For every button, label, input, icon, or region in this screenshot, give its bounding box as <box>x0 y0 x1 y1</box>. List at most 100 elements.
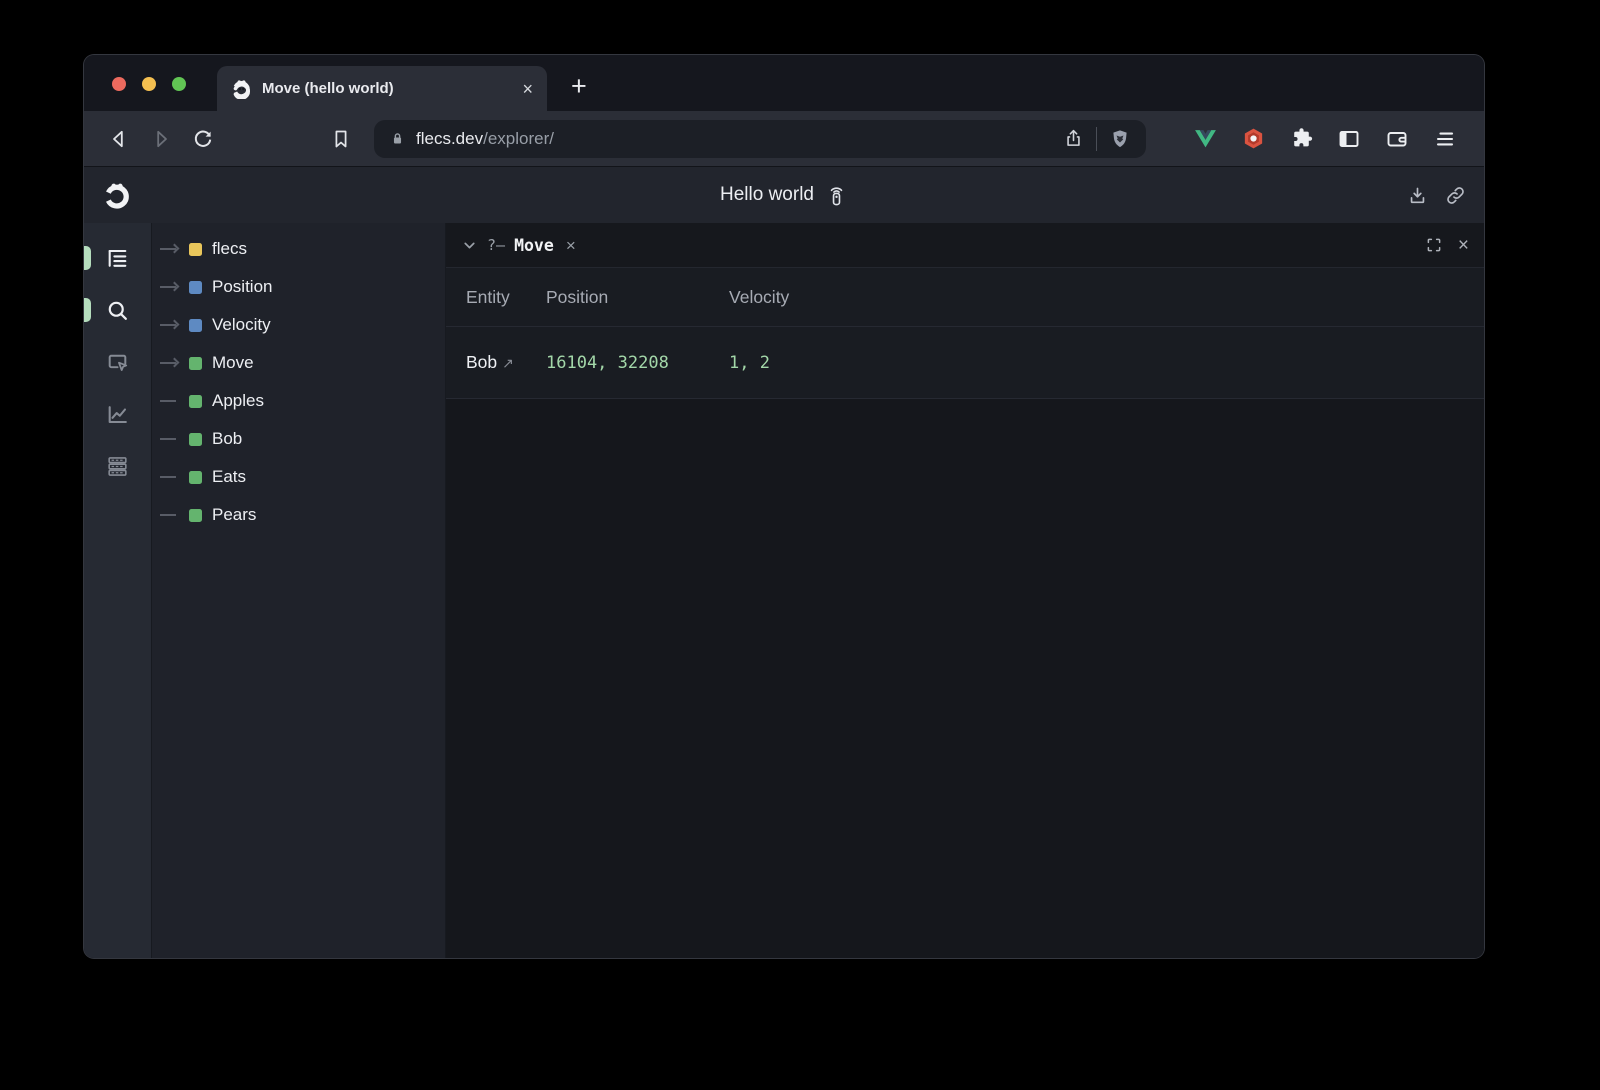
table-header: Entity Position Velocity <box>446 268 1484 327</box>
column-header: Entity <box>446 287 546 308</box>
search-icon[interactable] <box>97 289 139 331</box>
expand-arrow-icon[interactable] <box>170 320 180 330</box>
tree-connector[interactable] <box>160 315 182 335</box>
tree-item-label: Velocity <box>212 315 271 335</box>
browser-tab-bar: Move (hello world) × + <box>84 55 1484 111</box>
entity-tag <box>189 509 202 522</box>
download-icon[interactable] <box>1407 185 1428 206</box>
browser-toolbar: flecs.dev/explorer/ <box>84 111 1484 166</box>
tree-item[interactable]: Velocity <box>152 306 445 344</box>
entity-tag <box>189 357 202 370</box>
entity-tag <box>189 243 202 256</box>
entity-tree-panel: flecs Position Velocity Move Apples <box>151 223 445 958</box>
app-content: flecs Position Velocity Move Apples <box>84 223 1484 958</box>
chevron-down-icon[interactable] <box>461 237 478 254</box>
column-header: Position <box>546 287 729 308</box>
tree-item[interactable]: Move <box>152 344 445 382</box>
inspect-icon[interactable] <box>97 341 139 383</box>
icon-sidebar <box>84 223 151 958</box>
tree-item[interactable]: flecs <box>152 230 445 268</box>
entity-tag <box>189 395 202 408</box>
query-panel: ?– Move × × Entity Position Ve <box>445 223 1484 958</box>
entity-tag <box>189 471 202 484</box>
address-bar[interactable]: flecs.dev/explorer/ <box>374 120 1146 158</box>
active-panel-indicator <box>84 246 91 270</box>
extensions-puzzle-icon[interactable] <box>1284 122 1318 156</box>
expand-arrow-icon[interactable] <box>170 358 180 368</box>
window-controls <box>112 77 186 91</box>
back-icon[interactable] <box>98 118 140 160</box>
minimize-window-button[interactable] <box>142 77 156 91</box>
bookmark-icon[interactable] <box>320 118 362 160</box>
forward-icon[interactable] <box>140 118 182 160</box>
remote-icon[interactable] <box>825 184 848 207</box>
tree-item[interactable]: Apples <box>152 382 445 420</box>
query-close-icon[interactable]: × <box>566 237 576 254</box>
tree-item-label: Pears <box>212 505 256 525</box>
table-row[interactable]: Bob ↗ 16104, 32208 1, 2 <box>446 327 1484 399</box>
stats-icon[interactable] <box>97 393 139 435</box>
header-actions <box>1407 185 1466 206</box>
flecs-logo-icon[interactable] <box>102 180 132 210</box>
tree-item-label: Eats <box>212 467 246 487</box>
hexagon-extension-icon[interactable] <box>1236 122 1270 156</box>
link-icon[interactable] <box>1445 185 1466 206</box>
tab-title: Move (hello world) <box>262 80 512 97</box>
app-header: Hello world <box>84 166 1484 223</box>
query-tab-title: Move <box>514 236 554 255</box>
toolbar-divider <box>1096 127 1097 151</box>
tree-connector <box>160 391 182 411</box>
tab-close-icon[interactable]: × <box>522 80 533 98</box>
entity-link-icon[interactable]: ↗ <box>502 355 514 371</box>
share-icon[interactable] <box>1063 128 1084 149</box>
query-results-empty-area <box>446 399 1484 958</box>
tree-item-label: Position <box>212 277 272 297</box>
rows-icon[interactable] <box>97 445 139 487</box>
world-title: Hello world <box>720 184 848 207</box>
vue-devtools-icon[interactable] <box>1188 122 1222 156</box>
tree-item-label: Move <box>212 353 254 373</box>
reload-icon[interactable] <box>182 118 224 160</box>
lock-icon <box>389 130 406 147</box>
tree-item-label: Bob <box>212 429 242 449</box>
tree-connector <box>160 429 182 449</box>
url-domain: flecs.dev <box>416 129 483 149</box>
tree-connector <box>160 505 182 525</box>
query-prefix: ?– <box>487 236 505 254</box>
column-header: Velocity <box>729 287 1484 308</box>
menu-icon[interactable] <box>1428 122 1462 156</box>
tree-connector <box>160 467 182 487</box>
zoom-window-button[interactable] <box>172 77 186 91</box>
panel-close-icon[interactable]: × <box>1458 236 1469 255</box>
tree-connector[interactable] <box>160 353 182 373</box>
new-tab-button[interactable]: + <box>571 73 587 100</box>
page-title: Hello world <box>720 184 814 206</box>
extensions-area <box>1188 122 1462 156</box>
browser-tab[interactable]: Move (hello world) × <box>217 66 547 111</box>
tree-connector[interactable] <box>160 239 182 259</box>
entity-tag <box>189 319 202 332</box>
close-window-button[interactable] <box>112 77 126 91</box>
tree-connector[interactable] <box>160 277 182 297</box>
position-value: 16104, 32208 <box>546 353 729 373</box>
brave-shield-icon[interactable] <box>1109 128 1131 150</box>
velocity-value: 1, 2 <box>729 353 1484 373</box>
query-panel-header: ?– Move × × <box>446 223 1484 268</box>
wallet-icon[interactable] <box>1380 122 1414 156</box>
url-path: /explorer/ <box>483 129 554 149</box>
tree-item[interactable]: Pears <box>152 496 445 534</box>
tree-item[interactable]: Position <box>152 268 445 306</box>
expand-arrow-icon[interactable] <box>170 244 180 254</box>
sidebar-toggle-icon[interactable] <box>1332 122 1366 156</box>
tree-icon[interactable] <box>97 237 139 279</box>
flecs-favicon-icon <box>231 78 252 99</box>
tree-item[interactable]: Eats <box>152 458 445 496</box>
tree-item-label: Apples <box>212 391 264 411</box>
browser-window: Move (hello world) × + <box>84 55 1484 958</box>
tree-item[interactable]: Bob <box>152 420 445 458</box>
tree-item-label: flecs <box>212 239 247 259</box>
expand-arrow-icon[interactable] <box>170 282 180 292</box>
entity-name[interactable]: Bob <box>466 352 497 372</box>
fullscreen-icon[interactable] <box>1425 236 1443 254</box>
entity-tag <box>189 281 202 294</box>
